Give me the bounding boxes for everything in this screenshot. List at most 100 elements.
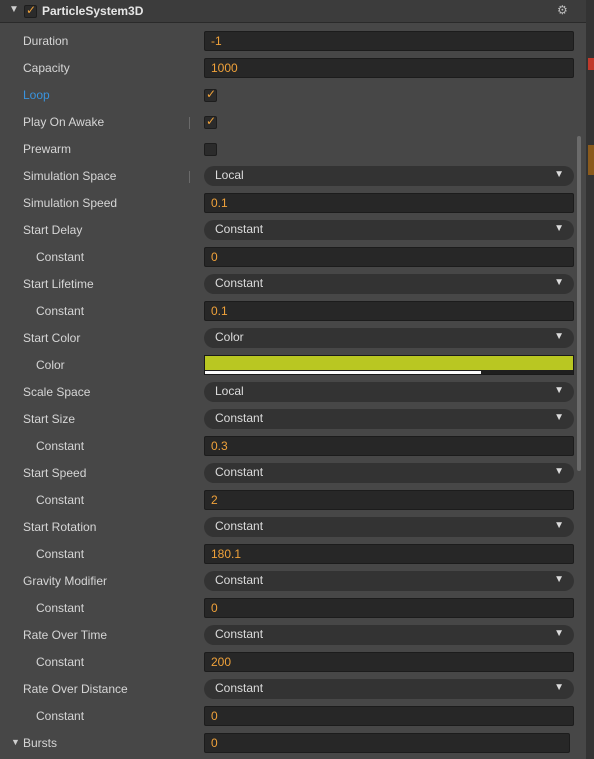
row-duration: Duration -1 [0,28,586,55]
row-start-size: Start Size Constant ▼ [0,406,586,433]
collapse-triangle-icon[interactable]: ▼ [9,4,19,15]
scale-space-value: Local [215,384,244,398]
gravity-modifier-mode-value: Constant [215,573,264,587]
color-swatch [205,356,573,370]
duration-label: Duration [23,34,69,48]
prewarm-label: Prewarm [23,142,72,156]
start-delay-constant-label: Constant [36,250,85,264]
row-start-speed-constant: Constant 2 [0,487,586,514]
start-size-constant-label: Constant [36,439,85,453]
capacity-label: Capacity [23,61,70,75]
start-lifetime-mode-select[interactable]: Constant ▼ [204,274,574,294]
start-color-picker[interactable] [204,355,574,375]
row-simulation-speed: Simulation Speed 0.1 [0,190,586,217]
start-delay-mode-select[interactable]: Constant ▼ [204,220,574,240]
start-rotation-constant-label: Constant [36,547,85,561]
component-header[interactable]: ▼ ✓ ParticleSystem3D ⚙ [0,0,586,23]
row-start-lifetime-constant: Constant 0.1 [0,298,586,325]
start-rotation-label: Start Rotation [23,520,97,534]
row-gravity-modifier: Gravity Modifier Constant ▼ [0,568,586,595]
row-start-delay-constant: Constant 0 [0,244,586,271]
chevron-down-icon: ▼ [554,574,564,585]
start-lifetime-constant-input[interactable]: 0.1 [204,301,574,321]
start-lifetime-constant-label: Constant [36,304,85,318]
rate-over-time-constant-input[interactable]: 200 [204,652,574,672]
scale-space-select[interactable]: Local ▼ [204,382,574,402]
simulation-speed-label: Simulation Speed [23,196,118,210]
start-speed-label: Start Speed [23,466,87,480]
checkmark-icon: ✓ [26,3,37,17]
start-lifetime-label: Start Lifetime [23,277,94,291]
rate-over-time-label: Rate Over Time [23,628,108,642]
start-size-mode-select[interactable]: Constant ▼ [204,409,574,429]
start-speed-constant-input[interactable]: 2 [204,490,574,510]
gravity-modifier-constant-label: Constant [36,601,85,615]
start-size-constant-input[interactable]: 0.3 [204,436,574,456]
start-speed-mode-value: Constant [215,465,264,479]
inspector-panel: ▼ ✓ ParticleSystem3D ⚙ Duration -1 Capac… [0,0,586,759]
simulation-space-value: Local [215,168,244,182]
start-rotation-constant-input[interactable]: 180.1 [204,544,574,564]
component-enabled-checkbox[interactable]: ✓ [24,3,37,18]
loop-label[interactable]: Loop [23,88,50,102]
start-speed-mode-select[interactable]: Constant ▼ [204,463,574,483]
start-rotation-mode-value: Constant [215,519,264,533]
gear-icon[interactable]: ⚙ [557,3,568,17]
row-start-delay: Start Delay Constant ▼ [0,217,586,244]
row-rate-over-distance-constant: Constant 0 [0,703,586,730]
row-start-lifetime: Start Lifetime Constant ▼ [0,271,586,298]
bursts-label[interactable]: Bursts [23,736,57,750]
edge-marker [588,145,594,175]
row-prewarm: Prewarm [0,136,586,163]
checkmark-icon: ✓ [206,114,217,128]
collapse-triangle-icon[interactable]: ▼ [11,737,20,747]
chevron-down-icon: ▼ [554,682,564,693]
rate-over-time-mode-value: Constant [215,627,264,641]
gravity-modifier-label: Gravity Modifier [23,574,108,588]
rate-over-distance-mode-select[interactable]: Constant ▼ [204,679,574,699]
start-color-mode-select[interactable]: Color ▼ [204,328,574,348]
capacity-input[interactable]: 1000 [204,58,574,78]
play-on-awake-checkbox[interactable]: ✓ [204,114,217,129]
simulation-speed-input[interactable]: 0.1 [204,193,574,213]
chevron-down-icon: ▼ [554,277,564,288]
row-start-rotation-constant: Constant 180.1 [0,541,586,568]
chevron-down-icon: ▼ [554,331,564,342]
chevron-down-icon: ▼ [554,385,564,396]
color-alpha-bar [205,371,481,374]
row-start-color-color: Color [0,352,586,379]
bursts-count-input[interactable]: 0 [204,733,570,753]
row-loop: Loop ✓ [0,82,586,109]
row-simulation-space: Simulation Space Local ▼ [0,163,586,190]
simulation-space-select[interactable]: Local ▼ [204,166,574,186]
gravity-modifier-mode-select[interactable]: Constant ▼ [204,571,574,591]
start-rotation-mode-select[interactable]: Constant ▼ [204,517,574,537]
checkmark-icon: ✓ [206,87,217,101]
divider [189,171,190,183]
row-start-rotation: Start Rotation Constant ▼ [0,514,586,541]
start-speed-constant-label: Constant [36,493,85,507]
row-start-color: Start Color Color ▼ [0,325,586,352]
scrollbar-thumb[interactable] [577,136,581,471]
row-gravity-modifier-constant: Constant 0 [0,595,586,622]
row-capacity: Capacity 1000 [0,55,586,82]
rate-over-time-constant-label: Constant [36,655,85,669]
row-scale-space: Scale Space Local ▼ [0,379,586,406]
start-size-mode-value: Constant [215,411,264,425]
gravity-modifier-constant-input[interactable]: 0 [204,598,574,618]
loop-checkbox[interactable]: ✓ [204,87,217,102]
row-bursts: ▼ Bursts 0 [0,730,586,757]
row-start-speed: Start Speed Constant ▼ [0,460,586,487]
rate-over-distance-constant-label: Constant [36,709,85,723]
start-delay-constant-input[interactable]: 0 [204,247,574,267]
rate-over-distance-constant-input[interactable]: 0 [204,706,574,726]
simulation-space-label: Simulation Space [23,169,117,183]
component-title: ParticleSystem3D [42,4,144,18]
start-size-label: Start Size [23,412,76,426]
duration-input[interactable]: -1 [204,31,574,51]
chevron-down-icon: ▼ [554,466,564,477]
edge-marker [588,58,594,70]
rate-over-time-mode-select[interactable]: Constant ▼ [204,625,574,645]
chevron-down-icon: ▼ [554,223,564,234]
prewarm-checkbox[interactable] [204,143,217,156]
